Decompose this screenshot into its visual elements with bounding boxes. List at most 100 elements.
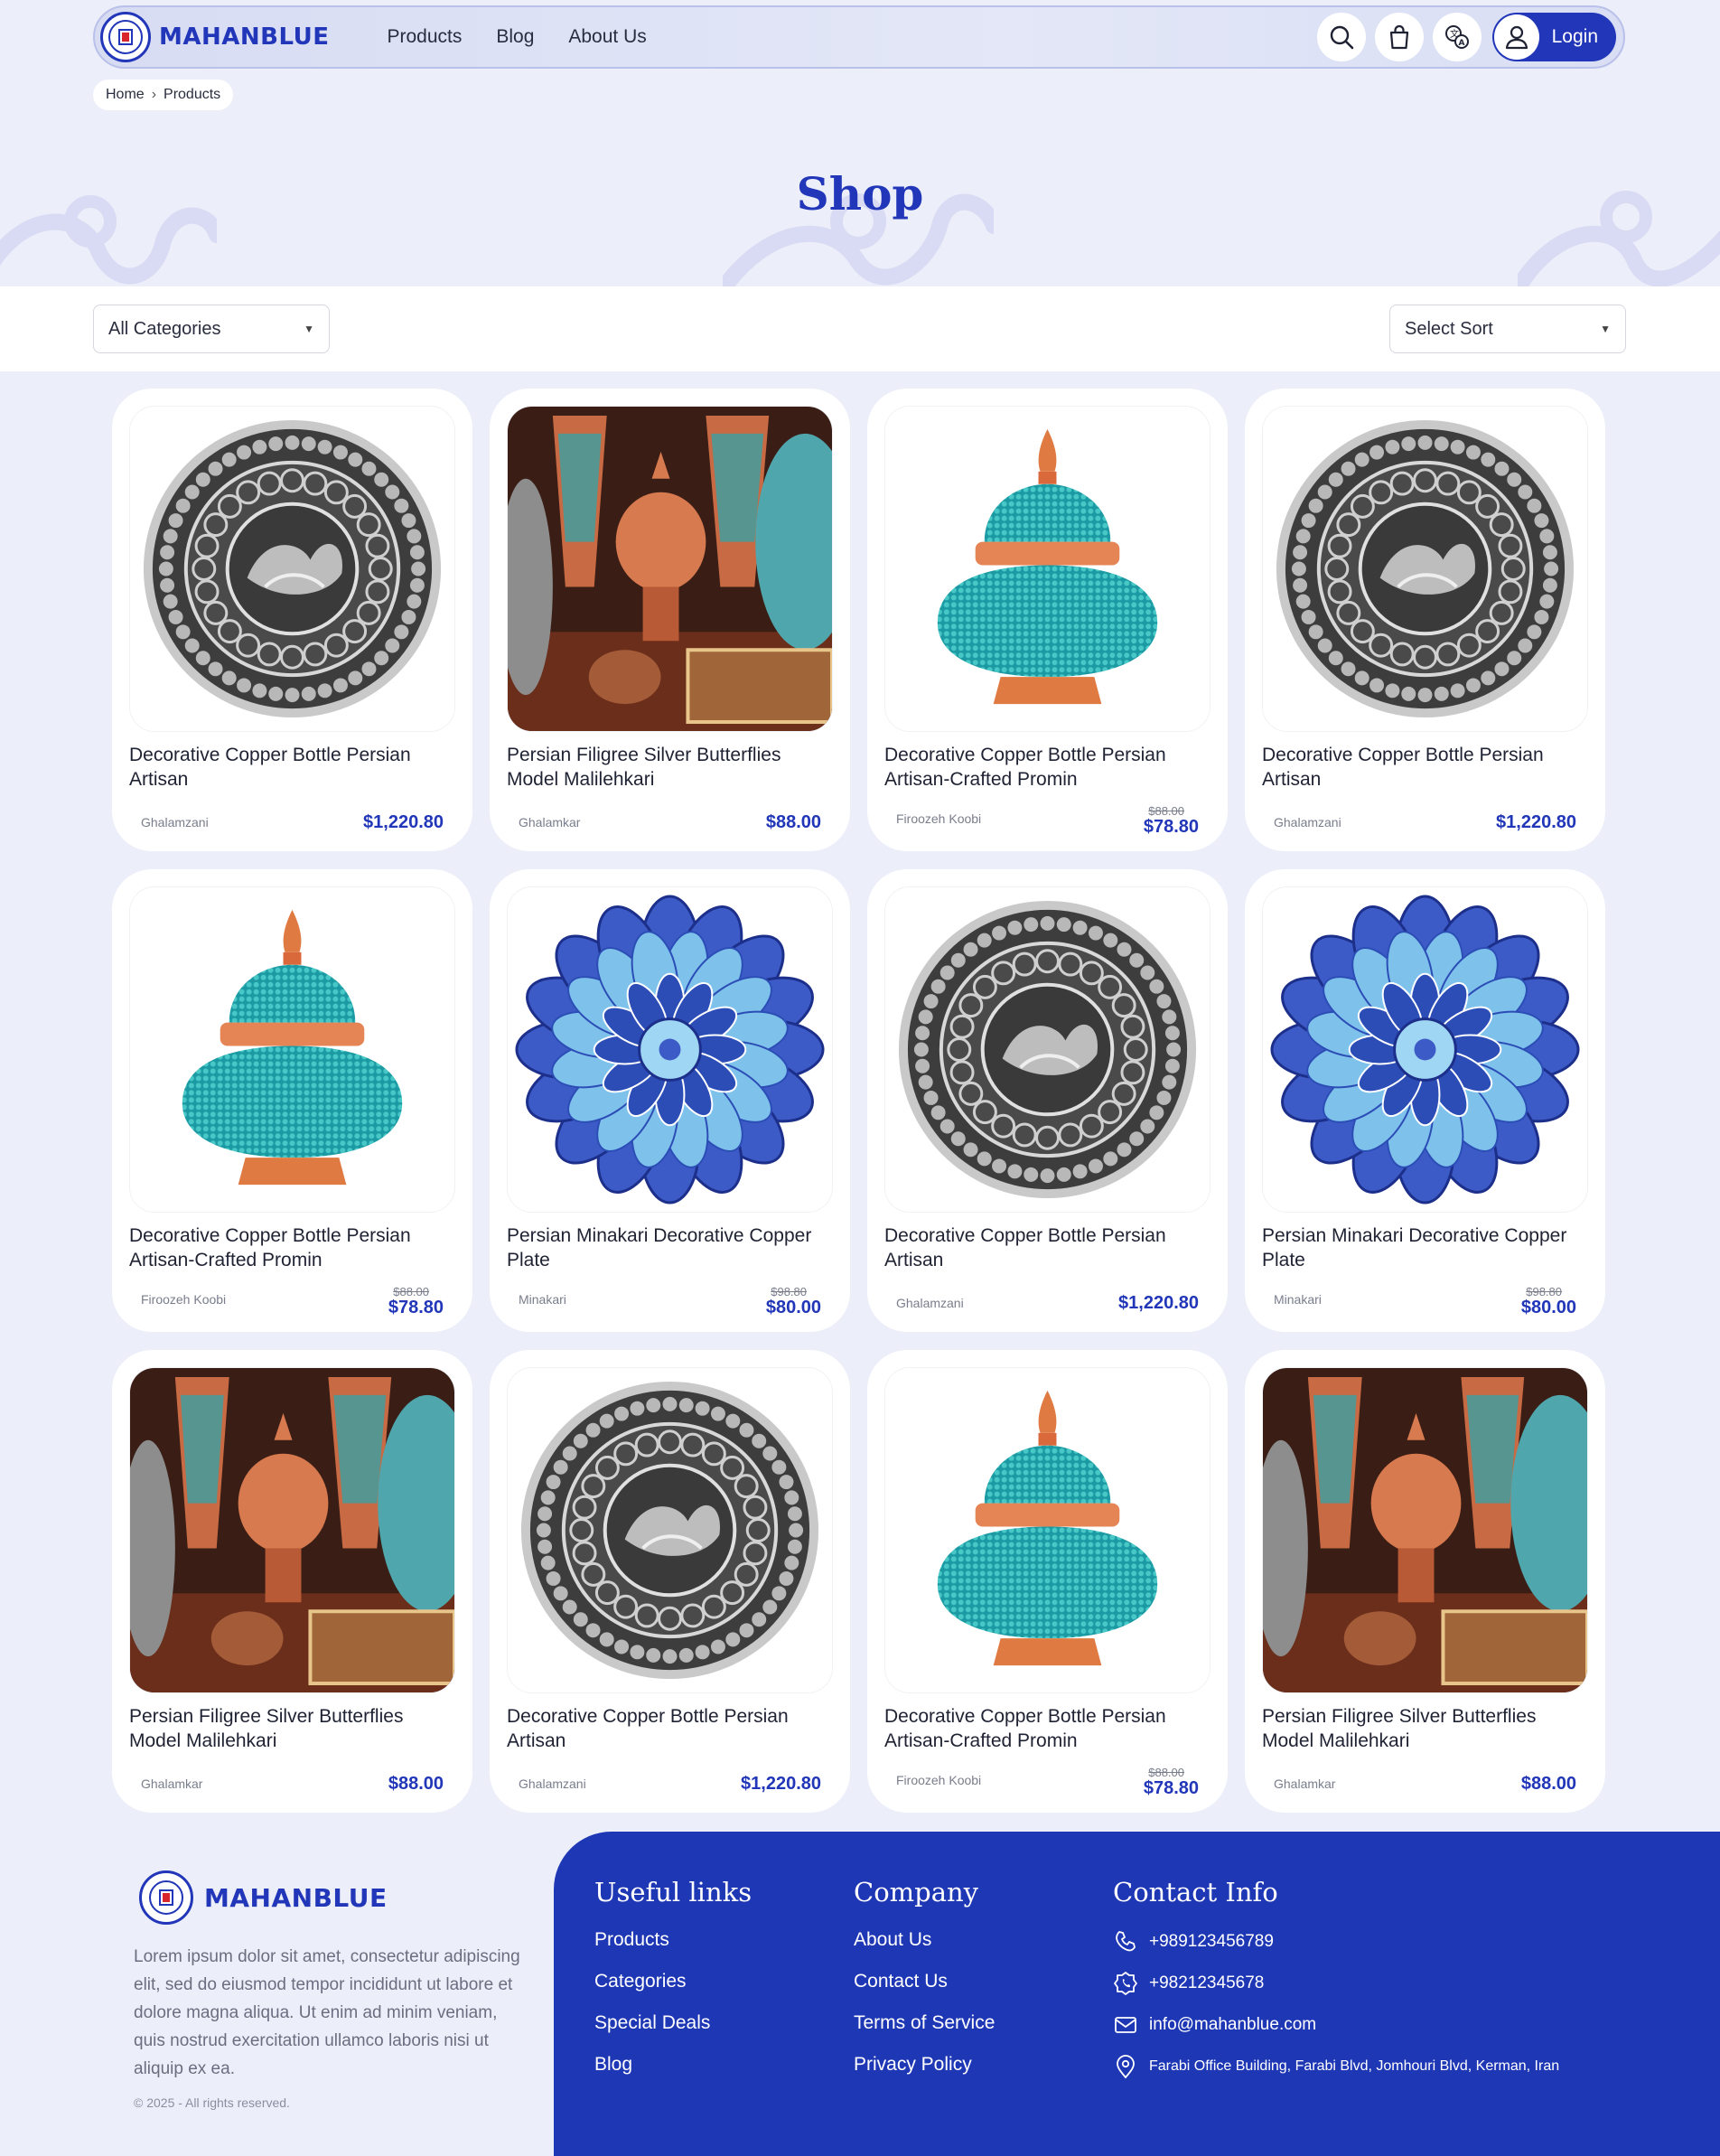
search-icon: [1330, 25, 1353, 50]
product-image[interactable]: [129, 886, 455, 1213]
product-title[interactable]: Decorative Copper Bottle Persian Artisan: [129, 743, 454, 792]
product-image[interactable]: [884, 406, 1211, 732]
login-button[interactable]: Login: [1491, 13, 1616, 61]
product-shop: Ghalamkar: [519, 815, 581, 830]
product-title[interactable]: Decorative Copper Bottle Persian Artisan: [1262, 743, 1587, 792]
product-image[interactable]: [129, 1367, 455, 1693]
product-title[interactable]: Persian Filigree Silver Butterflies Mode…: [1262, 1704, 1587, 1753]
product-card[interactable]: Persian Filigree Silver Butterflies Mode…: [490, 389, 850, 851]
nav-link-blog[interactable]: Blog: [496, 26, 534, 48]
product-title[interactable]: Persian Minakari Decorative Copper Plate: [507, 1223, 832, 1272]
shopping-bag-icon: [1389, 24, 1408, 50]
nav-actions: 文A Login: [1316, 13, 1616, 61]
footer-about-block: MAHANBLUE Lorem ipsum dolor sit amet, co…: [134, 1870, 522, 2110]
footer-link-contact-us[interactable]: Contact Us: [854, 1971, 995, 1992]
product-shop: Ghalamkar: [1274, 1776, 1336, 1791]
contact-phone-2-text: +98212345678: [1149, 1973, 1265, 1992]
product-shop: Ghalamzani: [141, 815, 209, 830]
footer-link-privacy[interactable]: Privacy Policy: [854, 2054, 995, 2076]
product-image[interactable]: [884, 886, 1211, 1213]
product-title[interactable]: Decorative Copper Bottle Persian Artisan: [884, 1223, 1210, 1272]
page-title: Shop: [796, 167, 924, 220]
product-card[interactable]: Persian Minakari Decorative Copper Plate…: [1245, 869, 1605, 1332]
product-image[interactable]: [129, 406, 455, 732]
footer-link-special-deals[interactable]: Special Deals: [594, 2012, 752, 2034]
product-shop: Minakari: [519, 1292, 566, 1307]
product-card[interactable]: Decorative Copper Bottle Persian Artisan…: [112, 869, 472, 1332]
company-column: Company About Us Contact Us Terms of Ser…: [854, 1877, 995, 2095]
product-card[interactable]: Decorative Copper Bottle Persian Artisan…: [867, 389, 1228, 851]
product-old-price: $98.80: [771, 1285, 807, 1298]
product-card[interactable]: Decorative Copper Bottle Persian Artisan…: [490, 1350, 850, 1813]
translate-icon: 文A: [1444, 25, 1469, 49]
product-price: $1,220.80: [363, 812, 444, 832]
product-title[interactable]: Persian Filigree Silver Butterflies Mode…: [507, 743, 832, 792]
product-card[interactable]: Decorative Copper Bottle Persian Artisan…: [867, 1350, 1228, 1813]
product-card[interactable]: Decorative Copper Bottle Persian Artisan…: [867, 869, 1228, 1332]
useful-links-column: Useful links Products Categories Special…: [594, 1877, 752, 2095]
product-price: $88.00: [765, 812, 821, 832]
product-card[interactable]: Decorative Copper Bottle Persian Artisan…: [1245, 389, 1605, 851]
contact-phone-1[interactable]: +989123456789: [1113, 1929, 1559, 1954]
product-image[interactable]: [1262, 406, 1588, 732]
product-image[interactable]: [507, 406, 833, 732]
product-price: $1,220.80: [1496, 812, 1576, 832]
product-card[interactable]: Persian Filigree Silver Butterflies Mode…: [1245, 1350, 1605, 1813]
sort-select-value: Select Sort: [1405, 318, 1493, 339]
footer-link-products[interactable]: Products: [594, 1929, 752, 1951]
product-card[interactable]: Decorative Copper Bottle Persian Artisan…: [112, 389, 472, 851]
contact-phone-1-text: +989123456789: [1149, 1932, 1274, 1951]
product-image[interactable]: [1262, 1367, 1588, 1693]
contact-phone-2[interactable]: +98212345678: [1113, 1971, 1559, 1996]
product-image[interactable]: [507, 1367, 833, 1693]
contact-address-text: Farabi Office Building, Farabi Blvd, Jom…: [1149, 2058, 1560, 2074]
footer-link-categories[interactable]: Categories: [594, 1971, 752, 1992]
product-old-price: $88.00: [1148, 804, 1184, 818]
search-button[interactable]: [1316, 13, 1366, 61]
product-price: $80.00: [1520, 1298, 1576, 1317]
contact-email-text: info@mahanblue.com: [1149, 2015, 1317, 2034]
brand-logo[interactable]: MAHANBLUE: [100, 12, 329, 62]
product-image[interactable]: [884, 1367, 1211, 1693]
product-card[interactable]: Persian Minakari Decorative Copper Plate…: [490, 869, 850, 1332]
product-price: $1,220.80: [1118, 1293, 1199, 1313]
footer-links-panel: Useful links Products Categories Special…: [554, 1832, 1720, 2156]
nav-link-about-us[interactable]: About Us: [568, 26, 646, 48]
product-title[interactable]: Decorative Copper Bottle Persian Artisan…: [884, 1704, 1210, 1753]
product-price: $80.00: [765, 1298, 821, 1317]
user-icon: [1493, 14, 1539, 60]
top-navbar: MAHANBLUE Products Blog About Us 文A Logi…: [93, 5, 1625, 69]
product-title[interactable]: Decorative Copper Bottle Persian Artisan…: [129, 1223, 454, 1272]
product-title[interactable]: Persian Filigree Silver Butterflies Mode…: [129, 1704, 454, 1753]
main-nav: Products Blog About Us: [387, 26, 646, 48]
product-shop: Ghalamzani: [1274, 815, 1341, 830]
contact-column: Contact Info +989123456789 +98212345678 …: [1113, 1877, 1559, 2095]
sort-select[interactable]: Select Sort ▼: [1389, 305, 1626, 353]
product-price: $78.80: [1143, 817, 1199, 837]
product-old-price: $88.00: [393, 1285, 429, 1298]
filter-bar: All Categories ▼ Select Sort ▼: [0, 286, 1720, 371]
product-price: $88.00: [388, 1774, 444, 1794]
footer-link-about-us[interactable]: About Us: [854, 1929, 995, 1951]
cart-button[interactable]: [1374, 13, 1424, 61]
footer-link-terms[interactable]: Terms of Service: [854, 2012, 995, 2034]
language-button[interactable]: 文A: [1432, 13, 1482, 61]
footer-logo[interactable]: MAHANBLUE: [139, 1870, 522, 1925]
product-old-price: $88.00: [1148, 1766, 1184, 1779]
contact-email[interactable]: info@mahanblue.com: [1113, 2012, 1559, 2038]
category-select[interactable]: All Categories ▼: [93, 305, 330, 353]
product-shop: Ghalamkar: [141, 1776, 203, 1791]
company-heading: Company: [854, 1877, 979, 1908]
product-image[interactable]: [1262, 886, 1588, 1213]
footer-link-blog[interactable]: Blog: [594, 2054, 752, 2076]
product-image[interactable]: [507, 886, 833, 1213]
nav-link-products[interactable]: Products: [387, 26, 462, 48]
svg-text:A: A: [1458, 39, 1464, 48]
useful-links-heading: Useful links: [594, 1877, 752, 1908]
product-card[interactable]: Persian Filigree Silver Butterflies Mode…: [112, 1350, 472, 1813]
product-title[interactable]: Decorative Copper Bottle Persian Artisan…: [884, 743, 1210, 792]
product-title[interactable]: Decorative Copper Bottle Persian Artisan: [507, 1704, 832, 1753]
product-title[interactable]: Persian Minakari Decorative Copper Plate: [1262, 1223, 1587, 1272]
telephone-badge-icon: [1114, 1972, 1137, 1995]
breadcrumb-home[interactable]: Home: [106, 87, 145, 103]
